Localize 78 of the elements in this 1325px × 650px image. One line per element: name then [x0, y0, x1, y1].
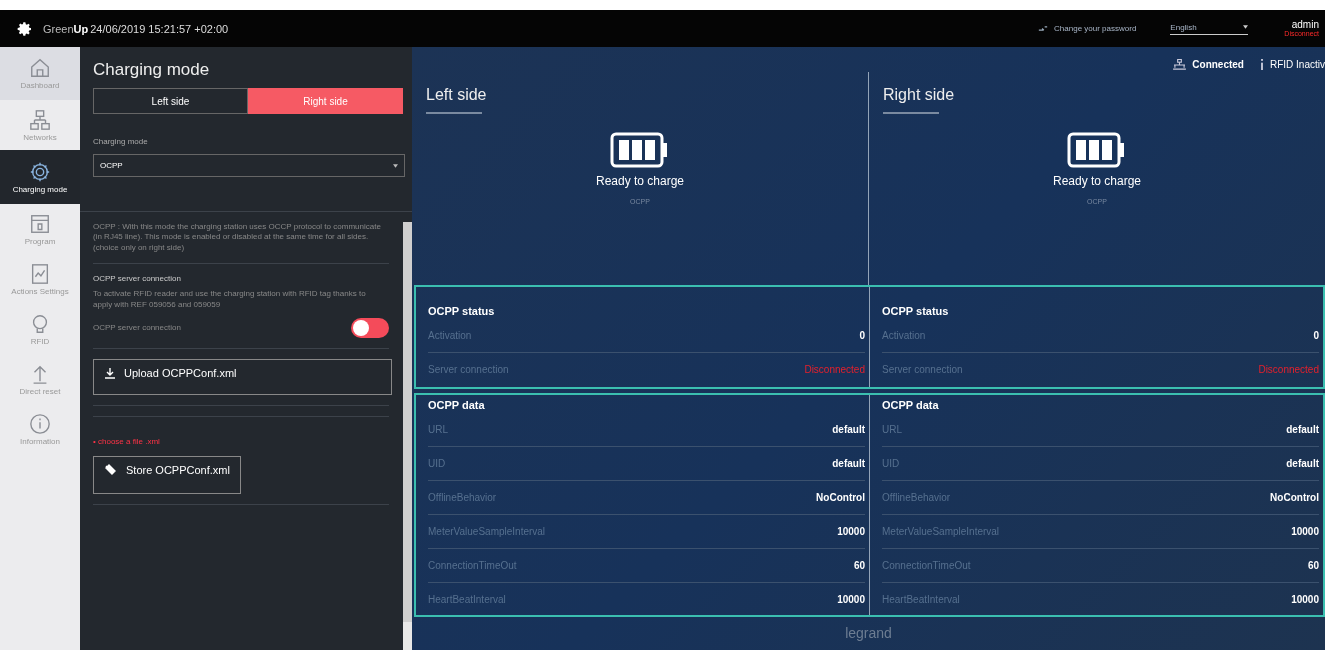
- row-value: 10000: [837, 594, 865, 605]
- row-label: MeterValueSampleInterval: [882, 526, 1000, 537]
- user-name: admin: [1291, 19, 1319, 31]
- section-heading: OCPP server connection: [93, 274, 182, 284]
- side-title: Right side: [883, 86, 955, 104]
- calendar-icon: [29, 212, 51, 235]
- row-value: default: [832, 424, 865, 435]
- rfid-status: RFID Inactiv: [1270, 58, 1325, 70]
- field-label: Charging mode: [93, 137, 149, 146]
- row-label: Server connection: [882, 364, 963, 375]
- row-value: 0: [859, 330, 865, 341]
- card-title: OCPP status: [428, 305, 496, 317]
- row-label: HeartBeatInterval: [882, 594, 960, 605]
- file-hint: • choose a file .xml: [93, 436, 161, 446]
- card-title: OCPP status: [882, 305, 950, 317]
- server-description: To activate RFID reader and use the charging station with RFID tag thanks to apply with REF 059056 and 059059: [93, 289, 367, 310]
- brand-logo: legrand: [844, 625, 893, 641]
- row-label: UID: [428, 458, 446, 469]
- row-label: Activation: [882, 330, 926, 341]
- upload-button[interactable]: Upload OCPPConf.xml: [93, 358, 392, 395]
- row-label: ConnectionTimeOut: [428, 560, 517, 571]
- row-label: Activation: [428, 330, 472, 341]
- info-icon: [29, 412, 51, 435]
- row-value: default: [1286, 458, 1319, 469]
- row-label: MeterValueSampleInterval: [428, 526, 546, 537]
- language-select[interactable]: English: [1170, 22, 1249, 35]
- network-icon: [1173, 58, 1187, 70]
- settings-icon: [17, 20, 33, 37]
- info-icon: [1260, 58, 1264, 70]
- toggle-label: OCPP server connection: [93, 322, 182, 334]
- scrollbar[interactable]: [403, 222, 412, 650]
- row-value: default: [832, 458, 865, 469]
- sidebar-item[interactable]: Charging mode: [0, 150, 80, 204]
- row-label: Server connection: [428, 364, 509, 375]
- charging-mode-select[interactable]: OCPP: [93, 154, 405, 177]
- store-button[interactable]: Store OCPPConf.xml: [93, 455, 241, 494]
- row-value: NoControl: [1270, 492, 1319, 503]
- row-value: Disconnected: [1258, 364, 1319, 375]
- caret-icon: [393, 163, 398, 168]
- charge-state: Ready to charge: [1052, 174, 1142, 188]
- row-value: 0: [1313, 330, 1319, 341]
- row-label: UID: [882, 458, 900, 469]
- battery-icon: [610, 132, 670, 168]
- server-toggle[interactable]: [351, 317, 389, 338]
- side-title: Left side: [426, 86, 487, 104]
- mode-description: OCPP : With this mode the charging station uses OCCP protocol to communicate (in RJ45 line). This mode is enabled or disabled at the same time for all sides. (choice only on right side): [93, 222, 382, 254]
- connection-status: Connected: [1192, 58, 1244, 70]
- battery-icon: [1067, 132, 1127, 168]
- home-icon: [29, 57, 51, 79]
- date-time: 24/06/2019 15:21:57 +02:00: [90, 22, 229, 35]
- download-icon: [104, 366, 116, 379]
- row-value: default: [1286, 424, 1319, 435]
- panel-title: Charging mode: [93, 60, 211, 80]
- tag-icon: [104, 463, 118, 476]
- side-tab[interactable]: Right side: [248, 88, 403, 114]
- change-password-link[interactable]: Change your password: [1054, 24, 1137, 33]
- card-title: OCPP data: [428, 399, 486, 411]
- gear-icon: [29, 160, 51, 183]
- row-value: 10000: [1291, 594, 1319, 605]
- side-tab[interactable]: Left side: [93, 88, 248, 114]
- charge-state: Ready to charge: [595, 174, 685, 188]
- row-label: ConnectionTimeOut: [882, 560, 971, 571]
- row-value: 10000: [1291, 526, 1319, 537]
- card-title: OCPP data: [882, 399, 940, 411]
- caret-icon: [1243, 25, 1249, 29]
- row-value: Disconnected: [804, 364, 865, 375]
- row-value: 60: [853, 560, 865, 571]
- app-title: GreenUp: [43, 22, 89, 35]
- row-label: URL: [428, 424, 448, 435]
- network-icon: [29, 108, 51, 131]
- row-label: URL: [882, 424, 902, 435]
- row-label: OfflineBehavior: [882, 492, 951, 503]
- row-value: 60: [1307, 560, 1319, 571]
- row-label: HeartBeatInterval: [428, 594, 506, 605]
- chart-icon: [29, 262, 51, 285]
- row-label: OfflineBehavior: [428, 492, 497, 503]
- row-value: NoControl: [816, 492, 865, 503]
- row-value: 10000: [837, 526, 865, 537]
